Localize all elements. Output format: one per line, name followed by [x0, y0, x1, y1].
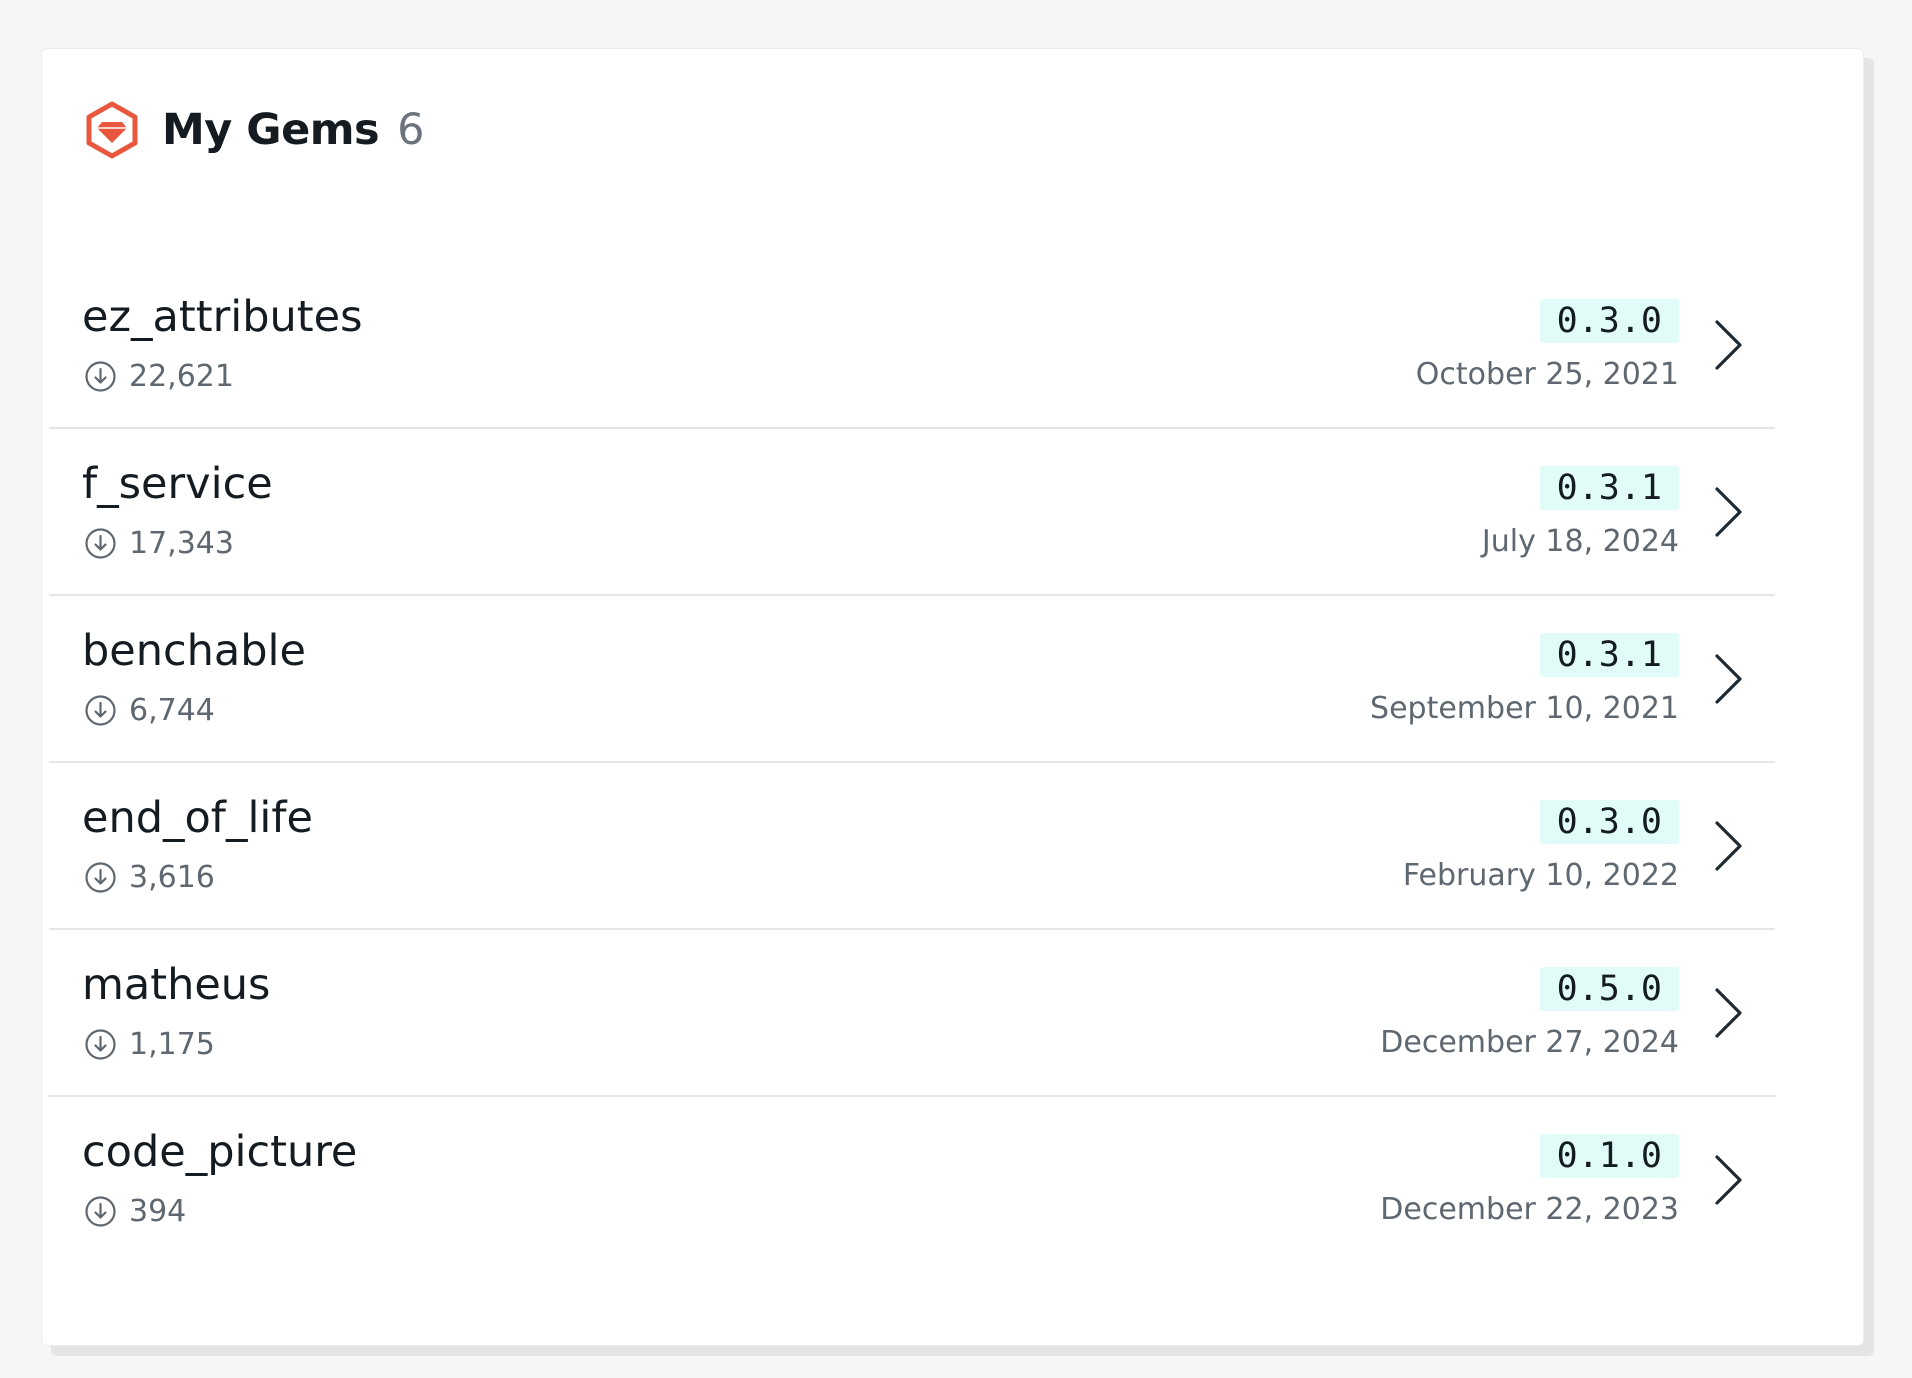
- chevron-right-icon[interactable]: [1711, 317, 1745, 373]
- download-icon: [84, 360, 117, 393]
- download-count: 1,175: [84, 1027, 215, 1062]
- download-count: 3,616: [84, 860, 215, 895]
- version-badge: 0.3.0: [1539, 800, 1679, 844]
- page-title: My Gems: [162, 105, 380, 155]
- release-date: February 10, 2022: [1402, 858, 1679, 893]
- download-count-value: 17,343: [129, 526, 234, 561]
- gem-name[interactable]: end_of_life: [82, 793, 313, 843]
- chevron-right-icon[interactable]: [1711, 1152, 1745, 1208]
- version-badge: 0.1.0: [1539, 1134, 1679, 1178]
- download-count: 394: [84, 1194, 186, 1229]
- release-date: December 22, 2023: [1380, 1192, 1679, 1227]
- release-date: September 10, 2021: [1370, 691, 1679, 726]
- chevron-right-icon[interactable]: [1711, 651, 1745, 707]
- gem-name[interactable]: code_picture: [82, 1127, 357, 1177]
- version-badge: 0.3.1: [1539, 466, 1679, 510]
- rubygems-gem-icon: [84, 100, 140, 160]
- gem-row-f-service[interactable]: f_service 17,343 0.3.1 July 18, 2024: [49, 429, 1775, 596]
- gem-name[interactable]: f_service: [82, 459, 273, 509]
- download-icon: [84, 527, 117, 560]
- download-count-value: 6,744: [129, 693, 215, 728]
- gem-row-ez-attributes[interactable]: ez_attributes 22,621 0.3.0 October 25, 2…: [49, 262, 1775, 429]
- download-icon: [84, 1195, 117, 1228]
- release-date: December 27, 2024: [1380, 1025, 1679, 1060]
- download-count-value: 1,175: [129, 1027, 215, 1062]
- download-count-value: 394: [129, 1194, 187, 1229]
- version-badge: 0.3.1: [1539, 633, 1679, 677]
- release-date: July 18, 2024: [1481, 524, 1679, 559]
- download-icon: [84, 861, 117, 894]
- gem-row-matheus[interactable]: matheus 1,175 0.5.0 December 27, 2024: [49, 930, 1775, 1097]
- gem-name[interactable]: matheus: [82, 960, 270, 1010]
- download-icon: [84, 1028, 117, 1061]
- release-date: October 25, 2021: [1415, 357, 1679, 392]
- download-count-value: 3,616: [129, 860, 215, 895]
- chevron-right-icon[interactable]: [1711, 484, 1745, 540]
- download-count: 17,343: [84, 526, 234, 561]
- gem-name[interactable]: benchable: [82, 626, 306, 676]
- download-icon: [84, 694, 117, 727]
- version-badge: 0.5.0: [1539, 967, 1679, 1011]
- gem-row-end-of-life[interactable]: end_of_life 3,616 0.3.0 February 10, 202…: [49, 763, 1775, 930]
- download-count: 6,744: [84, 693, 215, 728]
- download-count-value: 22,621: [129, 359, 234, 394]
- gem-list: ez_attributes 22,621 0.3.0 October 25, 2…: [49, 262, 1775, 1264]
- chevron-right-icon[interactable]: [1711, 818, 1745, 874]
- chevron-right-icon[interactable]: [1711, 985, 1745, 1041]
- gem-row-code-picture[interactable]: code_picture 394 0.1.0 December 22, 2023: [49, 1097, 1775, 1264]
- gem-row-benchable[interactable]: benchable 6,744 0.3.1 September 10, 2021: [49, 596, 1775, 763]
- download-count: 22,621: [84, 359, 234, 394]
- gem-count: 6: [397, 105, 425, 155]
- gem-name[interactable]: ez_attributes: [82, 292, 363, 342]
- my-gems-header: My Gems 6: [84, 90, 425, 170]
- version-badge: 0.3.0: [1539, 299, 1679, 343]
